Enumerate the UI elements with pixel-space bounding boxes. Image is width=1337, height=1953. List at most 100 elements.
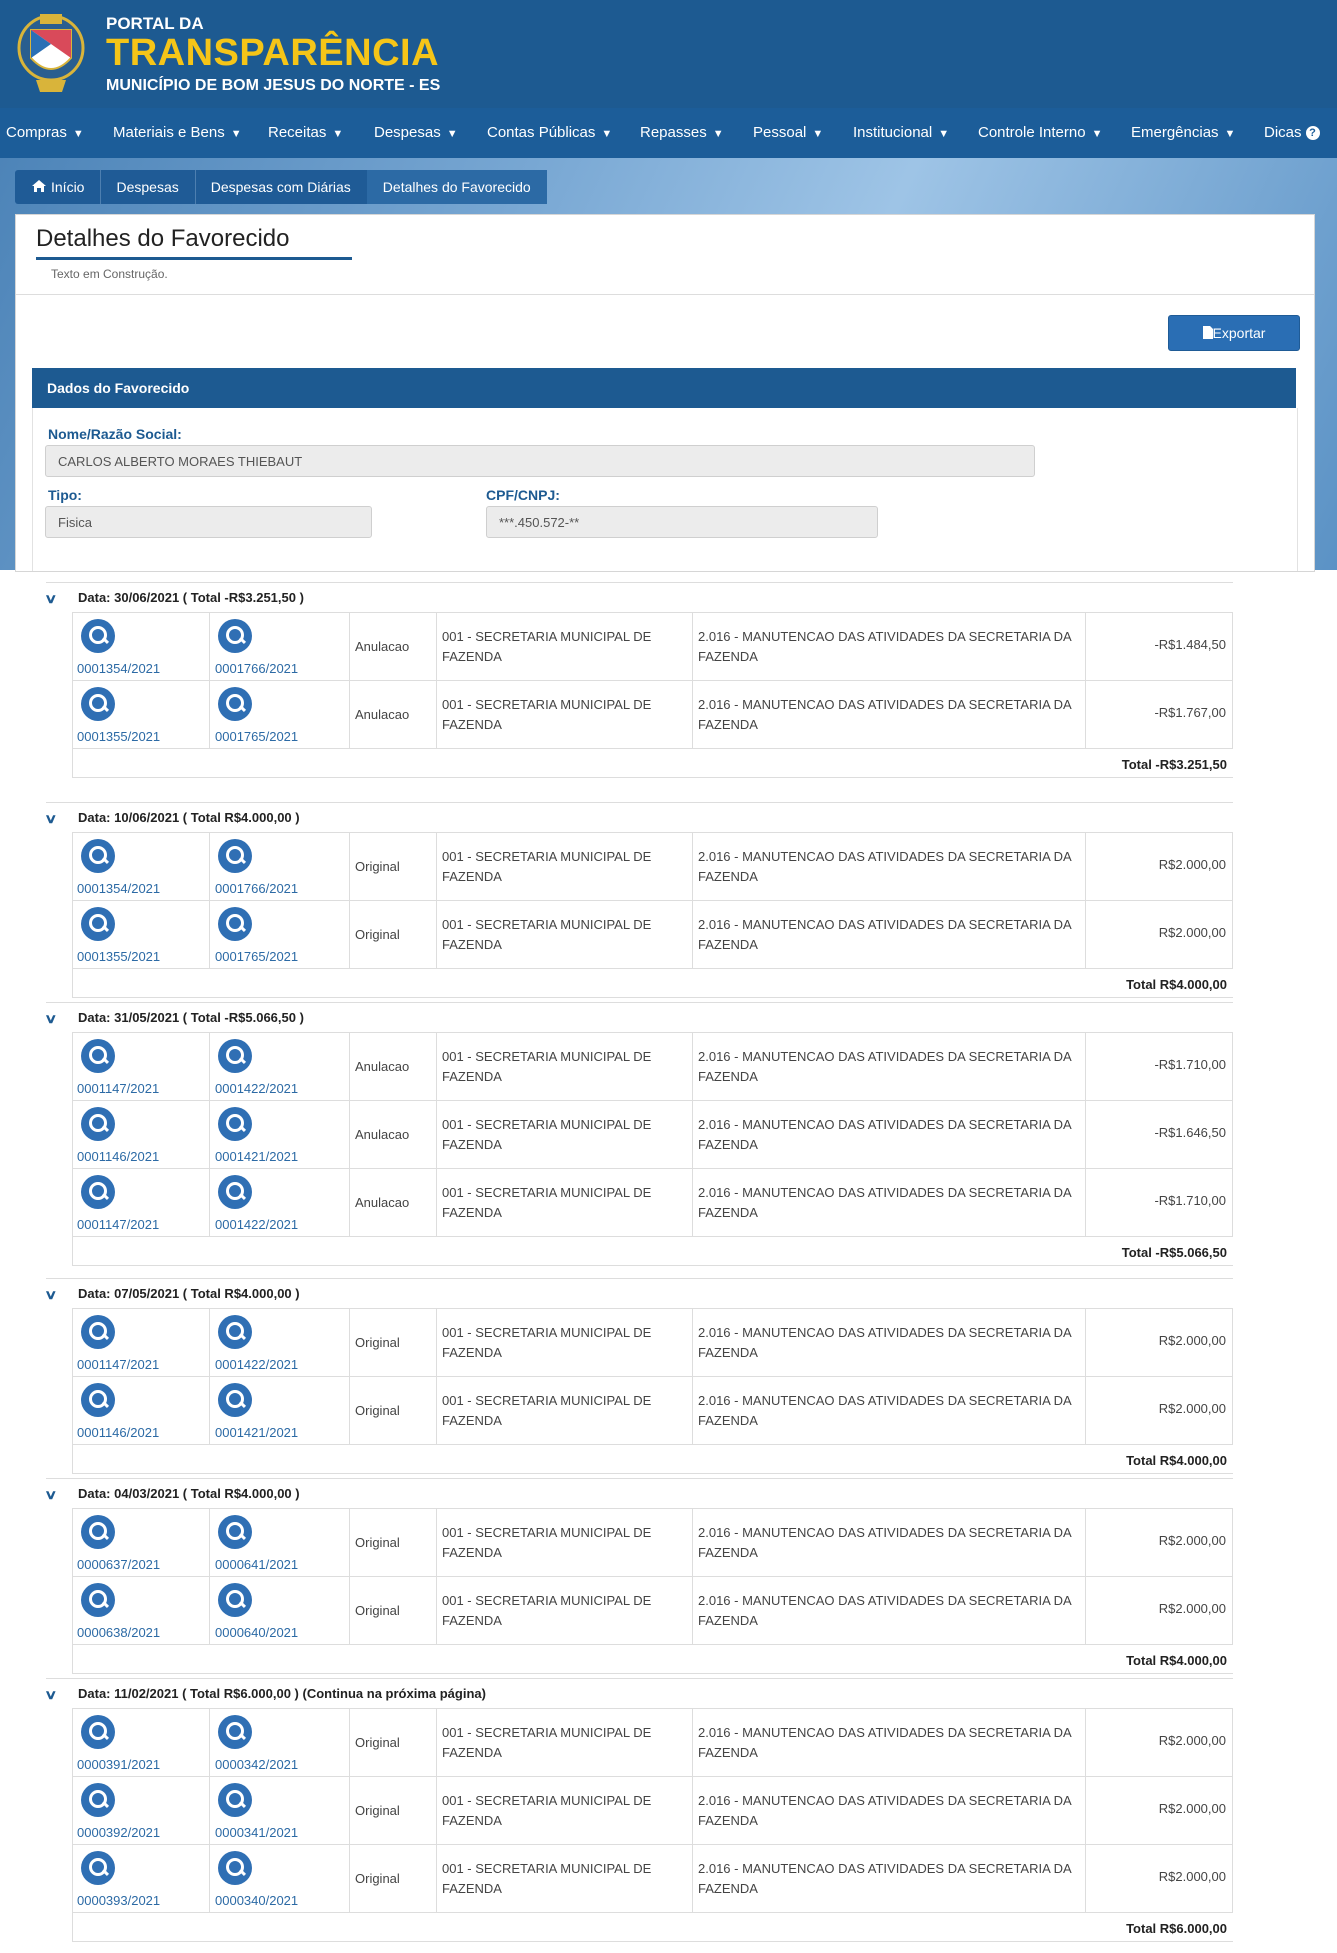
liquidacao-link[interactable]: 0000341/2021 — [215, 1825, 298, 1840]
section-header[interactable]: ∨ Data: 07/05/2021 ( Total R$4.000,00 ) — [44, 1278, 1233, 1309]
chevron-down-icon[interactable]: ∨ — [44, 1487, 57, 1503]
chevron-down-icon[interactable]: ∨ — [44, 811, 57, 827]
liquidacao-link[interactable]: 0000640/2021 — [215, 1625, 298, 1640]
section-header[interactable]: ∨ Data: 31/05/2021 ( Total -R$5.066,50 ) — [44, 1002, 1233, 1033]
liquidacao-link[interactable]: 0001765/2021 — [215, 729, 298, 744]
search-icon[interactable] — [218, 619, 252, 653]
search-icon[interactable] — [81, 839, 115, 873]
acao-cell: 2.016 - MANUTENCAO DAS ATIVIDADES DA SEC… — [693, 1509, 1086, 1576]
liquidacao-link[interactable]: 0001422/2021 — [215, 1081, 298, 1096]
empenho-link[interactable]: 0001355/2021 — [77, 729, 160, 744]
liquidacao-link[interactable]: 0001422/2021 — [215, 1357, 298, 1372]
empenho-link[interactable]: 0000391/2021 — [77, 1757, 160, 1772]
orgao-cell: 001 - SECRETARIA MUNICIPAL DE FAZENDA — [437, 1101, 693, 1168]
breadcrumb-despesas-diarias[interactable]: Despesas com Diárias — [195, 170, 368, 204]
empenho-link[interactable]: 0001147/2021 — [77, 1357, 159, 1372]
search-icon[interactable] — [218, 1175, 252, 1209]
search-icon[interactable] — [81, 1039, 115, 1073]
section-header[interactable]: ∨ Data: 04/03/2021 ( Total R$4.000,00 ) — [44, 1478, 1233, 1509]
section-header[interactable]: ∨ Data: 10/06/2021 ( Total R$4.000,00 ) — [44, 802, 1233, 833]
nav-controle-interno[interactable]: Controle Interno ▼ — [978, 108, 1102, 158]
nav-materiais-bens[interactable]: Materiais e Bens ▼ — [113, 108, 242, 158]
breadcrumb-label: Início — [51, 179, 85, 195]
export-button[interactable]: Exportar — [1168, 315, 1300, 351]
section-header[interactable]: ∨ Data: 11/02/2021 ( Total R$6.000,00 ) (… — [44, 1678, 1233, 1709]
liquidacao-link[interactable]: 0001766/2021 — [215, 881, 298, 896]
search-icon[interactable] — [218, 1039, 252, 1073]
empenho-link[interactable]: 0001355/2021 — [77, 949, 160, 964]
search-icon[interactable] — [218, 1107, 252, 1141]
search-icon[interactable] — [81, 1383, 115, 1417]
section-header[interactable]: ∨ Data: 30/06/2021 ( Total -R$3.251,50 ) — [44, 582, 1233, 613]
table-row: 0001147/2021 0001422/2021 Original 001 - SE… — [72, 1308, 1233, 1376]
liquidacao-link[interactable]: 0000641/2021 — [215, 1557, 298, 1572]
site-header: PORTAL DA TRANSPARÊNCIA MUNICÍPIO DE BOM… — [0, 0, 1337, 108]
search-icon[interactable] — [218, 1315, 252, 1349]
liquidacao-link[interactable]: 0000342/2021 — [215, 1757, 298, 1772]
empenho-link[interactable]: 0001147/2021 — [77, 1081, 159, 1096]
nav-compras[interactable]: Compras ▼ — [6, 108, 84, 158]
nav-contas-publicas[interactable]: Contas Públicas ▼ — [487, 108, 612, 158]
nav-receitas[interactable]: Receitas ▼ — [268, 108, 343, 158]
chevron-down-icon[interactable]: ∨ — [44, 1287, 57, 1303]
nav-emergencias[interactable]: Emergências ▼ — [1131, 108, 1235, 158]
search-icon[interactable] — [81, 1783, 115, 1817]
breadcrumb-despesas[interactable]: Despesas — [100, 170, 197, 204]
municipality-name: MUNICÍPIO DE BOM JESUS DO NORTE - ES — [106, 77, 441, 94]
search-icon[interactable] — [81, 1851, 115, 1885]
search-icon[interactable] — [81, 1515, 115, 1549]
tipo-field[interactable]: Fisica — [45, 506, 372, 538]
nav-repasses[interactable]: Repasses ▼ — [640, 108, 724, 158]
nav-institucional[interactable]: Institucional ▼ — [853, 108, 949, 158]
search-icon[interactable] — [218, 1583, 252, 1617]
liquidacao-link[interactable]: 0001422/2021 — [215, 1217, 298, 1232]
empenho-link[interactable]: 0001147/2021 — [77, 1217, 159, 1232]
doc-cell: 0001355/2021 — [73, 681, 210, 748]
search-icon[interactable] — [81, 687, 115, 721]
orgao-value: 001 - SECRETARIA MUNICIPAL DE FAZENDA — [442, 697, 652, 732]
liquidacao-link[interactable]: 0001765/2021 — [215, 949, 298, 964]
search-icon[interactable] — [81, 1315, 115, 1349]
municipal-crest-logo[interactable] — [16, 8, 86, 96]
nav-pessoal[interactable]: Pessoal ▼ — [753, 108, 823, 158]
nav-despesas[interactable]: Despesas ▼ — [374, 108, 458, 158]
search-icon[interactable] — [218, 687, 252, 721]
nome-field[interactable]: CARLOS ALBERTO MORAES THIEBAUT — [45, 445, 1035, 477]
empenho-link[interactable]: 0001146/2021 — [77, 1149, 159, 1164]
liquidacao-link[interactable]: 0001766/2021 — [215, 661, 298, 676]
empenho-link[interactable]: 0001354/2021 — [77, 881, 160, 896]
liquidacao-link[interactable]: 0001421/2021 — [215, 1149, 298, 1164]
search-icon[interactable] — [218, 1383, 252, 1417]
tipo-value: Original — [355, 1871, 400, 1886]
search-icon[interactable] — [218, 839, 252, 873]
search-icon[interactable] — [81, 907, 115, 941]
empenho-link[interactable]: 0000638/2021 — [77, 1625, 160, 1640]
empenho-link[interactable]: 0000393/2021 — [77, 1893, 160, 1908]
chevron-down-icon[interactable]: ∨ — [44, 591, 57, 607]
search-icon[interactable] — [81, 1107, 115, 1141]
empenho-link[interactable]: 0000392/2021 — [77, 1825, 160, 1840]
search-icon[interactable] — [81, 1583, 115, 1617]
search-icon[interactable] — [81, 1715, 115, 1749]
orgao-value: 001 - SECRETARIA MUNICIPAL DE FAZENDA — [442, 1593, 652, 1628]
empenho-link[interactable]: 0000637/2021 — [77, 1557, 160, 1572]
search-icon[interactable] — [218, 907, 252, 941]
search-icon[interactable] — [218, 1851, 252, 1885]
table-row: 0000637/2021 0000641/2021 Original 001 - SE… — [72, 1508, 1233, 1576]
cpf-field[interactable]: ***.450.572-** — [486, 506, 878, 538]
search-icon[interactable] — [81, 1175, 115, 1209]
search-icon[interactable] — [218, 1715, 252, 1749]
breadcrumb-inicio[interactable]: Início — [15, 170, 102, 204]
valor-cell: -R$1.646,50 — [1086, 1101, 1232, 1168]
empenho-link[interactable]: 0001146/2021 — [77, 1425, 159, 1440]
liquidacao-link[interactable]: 0000340/2021 — [215, 1893, 298, 1908]
search-icon[interactable] — [218, 1783, 252, 1817]
search-icon[interactable] — [81, 619, 115, 653]
nav-dicas[interactable]: Dicas? — [1264, 108, 1320, 158]
chevron-down-icon[interactable]: ∨ — [44, 1011, 57, 1027]
search-icon[interactable] — [218, 1515, 252, 1549]
liquidacao-link[interactable]: 0001421/2021 — [215, 1425, 298, 1440]
empenho-link[interactable]: 0001354/2021 — [77, 661, 160, 676]
acao-value: 2.016 - MANUTENCAO DAS ATIVIDADES DA SEC… — [698, 697, 1072, 732]
chevron-down-icon[interactable]: ∨ — [44, 1687, 57, 1703]
